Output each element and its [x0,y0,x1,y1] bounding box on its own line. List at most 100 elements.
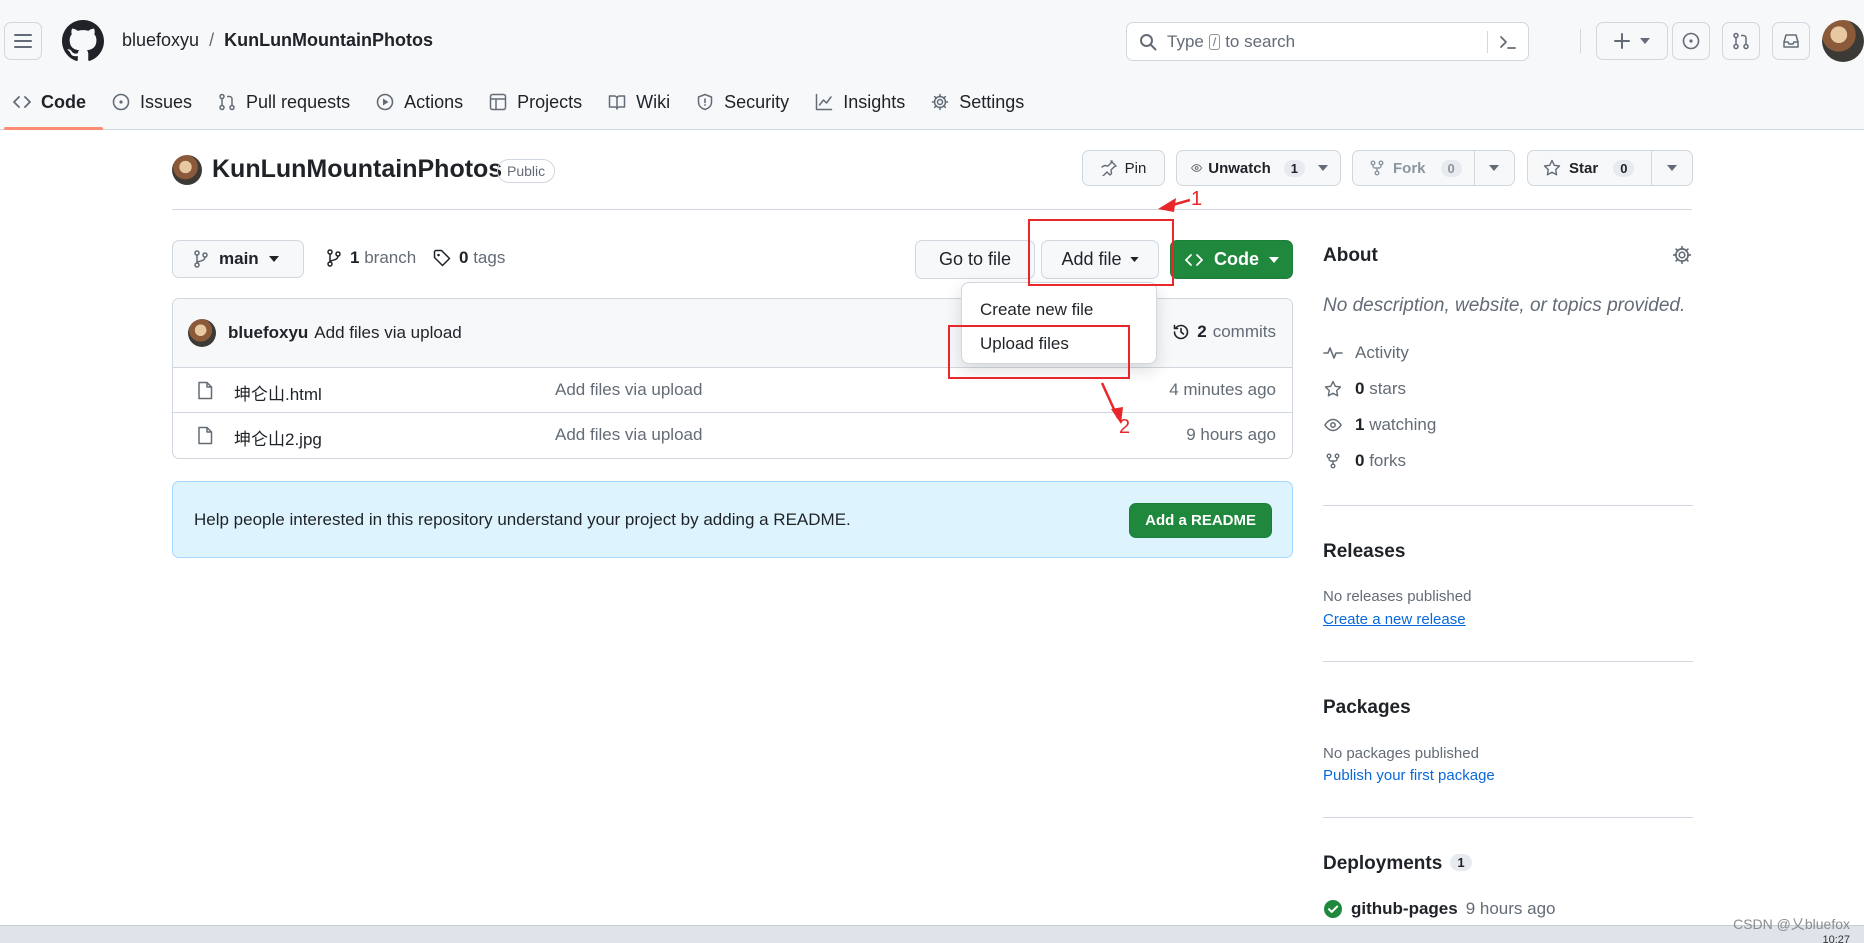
stars-count: 0 [1355,379,1365,398]
tag-icon [433,249,451,267]
file-name-link[interactable]: 坤仑山2.jpg [234,425,322,450]
watching-link[interactable]: 1 watching [1323,415,1436,435]
unwatch-dropdown-button[interactable] [1305,165,1340,171]
branch-selector[interactable]: main [172,240,304,278]
watching-word: watching [1369,415,1437,434]
file-name-link[interactable]: 坤仑山.html [234,380,322,405]
create-new-button[interactable] [1596,22,1668,60]
table-icon [489,93,507,111]
forks-count: 0 [1355,451,1365,470]
branches-link[interactable]: 1 branch [326,248,416,268]
title-divider [172,209,1692,210]
issue-icon [112,93,130,111]
create-release-link[interactable]: Create a new release [1323,611,1466,628]
publish-package-link[interactable]: Publish your first package [1323,767,1495,784]
code-button-label: Code [1214,249,1259,269]
code-button[interactable]: Code [1170,240,1293,279]
issue-icon [1682,32,1700,50]
forks-link[interactable]: 0 forks [1323,451,1406,471]
commit-count: 2 [1197,322,1207,341]
breadcrumb: bluefoxyu / KunLunMountainPhotos [122,30,433,51]
tag-count: 0 [459,248,469,267]
code-icon [1185,253,1203,266]
tab-insights[interactable]: Insights [802,80,918,124]
pin-button[interactable]: Pin [1082,150,1165,186]
commit-author[interactable]: bluefoxyu [228,323,308,343]
commit-author-avatar[interactable] [188,319,216,347]
tab-projects[interactable]: Projects [476,80,595,124]
watermark-text: CSDN @乂bluefox [1733,916,1850,932]
stars-word: stars [1369,379,1407,398]
notifications-button[interactable] [1772,22,1810,60]
breadcrumb-repo-link[interactable]: KunLunMountainPhotos [224,30,433,51]
releases-empty-text: No releases published [1323,588,1472,605]
star-button-group: Star 0 [1527,150,1693,186]
activity-link[interactable]: Activity [1323,343,1409,363]
tab-wiki[interactable]: Wiki [595,80,683,124]
tab-issues[interactable]: Issues [99,80,205,124]
file-icon [198,381,213,400]
star-dropdown-button[interactable] [1652,165,1692,171]
gear-icon[interactable] [1672,245,1692,265]
go-to-file-button[interactable]: Go to file [915,240,1035,279]
triangle-down-icon [1317,165,1328,171]
fork-count: 0 [1440,159,1462,177]
packages-empty-text: No packages published [1323,745,1479,762]
commit-word: commits [1212,322,1276,341]
your-issues-button[interactable] [1672,22,1710,60]
fork-button[interactable]: Fork 0 [1353,159,1474,177]
tab-security[interactable]: Security [683,80,802,124]
header-divider [1580,29,1581,53]
fork-icon [1370,160,1384,176]
file-commit-message[interactable]: Add files via upload [555,380,702,400]
command-palette-icon[interactable] [1498,32,1518,52]
stars-link[interactable]: 0 stars [1323,379,1406,399]
sidebar-divider [1323,505,1693,506]
your-pull-requests-button[interactable] [1722,22,1760,60]
os-taskbar [0,925,1864,943]
breadcrumb-owner-link[interactable]: bluefoxyu [122,30,199,51]
fork-dropdown-button[interactable] [1475,165,1514,171]
unwatch-button[interactable]: Unwatch 1 [1177,159,1305,177]
user-avatar[interactable] [1822,20,1864,62]
packages-heading[interactable]: Packages [1323,697,1693,719]
deployments-heading[interactable]: Deployments 1 [1323,853,1693,875]
commit-message[interactable]: Add files via upload [314,323,461,343]
repo-name[interactable]: KunLunMountainPhotos [212,155,502,184]
pulse-icon [1323,347,1343,359]
fork-button-group: Fork 0 [1352,150,1515,186]
releases-heading[interactable]: Releases [1323,541,1693,563]
triangle-down-icon [268,256,279,262]
annotation-label-1: 1 [1191,188,1203,210]
tab-pull-requests[interactable]: Pull requests [205,80,363,124]
tab-label: Settings [959,91,1025,112]
tab-actions[interactable]: Actions [363,80,476,124]
tab-label: Security [724,91,790,112]
star-button[interactable]: Star 0 [1528,159,1651,177]
file-age: 9 hours ago [1186,425,1276,444]
tab-code[interactable]: Code [0,80,103,130]
tab-settings[interactable]: Settings [918,80,1037,124]
check-circle-icon [1324,900,1342,918]
tags-link[interactable]: 0 tags [433,248,505,268]
file-commit-message[interactable]: Add files via upload [555,425,702,445]
menu-item-create-new-file[interactable]: Create new file [962,293,1156,327]
taskbar-clock: 10:27 [1822,934,1850,943]
pull-request-icon [1733,32,1749,50]
search-input[interactable]: Type / to search [1126,22,1529,61]
menu-button[interactable] [4,22,42,60]
pull-request-icon [219,93,235,111]
plus-icon [1614,33,1630,49]
commit-history-link[interactable]: 2 commits [1171,322,1276,342]
deployment-item[interactable]: github-pages 9 hours ago [1323,899,1556,919]
repo-owner-avatar [172,155,202,185]
history-icon [1173,324,1189,340]
hamburger-icon [14,34,32,48]
book-icon [608,95,626,110]
add-readme-button[interactable]: Add a README [1129,503,1272,538]
search-icon [1140,34,1157,51]
breadcrumb-separator: / [209,30,215,50]
search-divider [1487,31,1488,53]
tab-label: Issues [140,91,193,112]
github-logo-icon[interactable] [62,20,104,62]
